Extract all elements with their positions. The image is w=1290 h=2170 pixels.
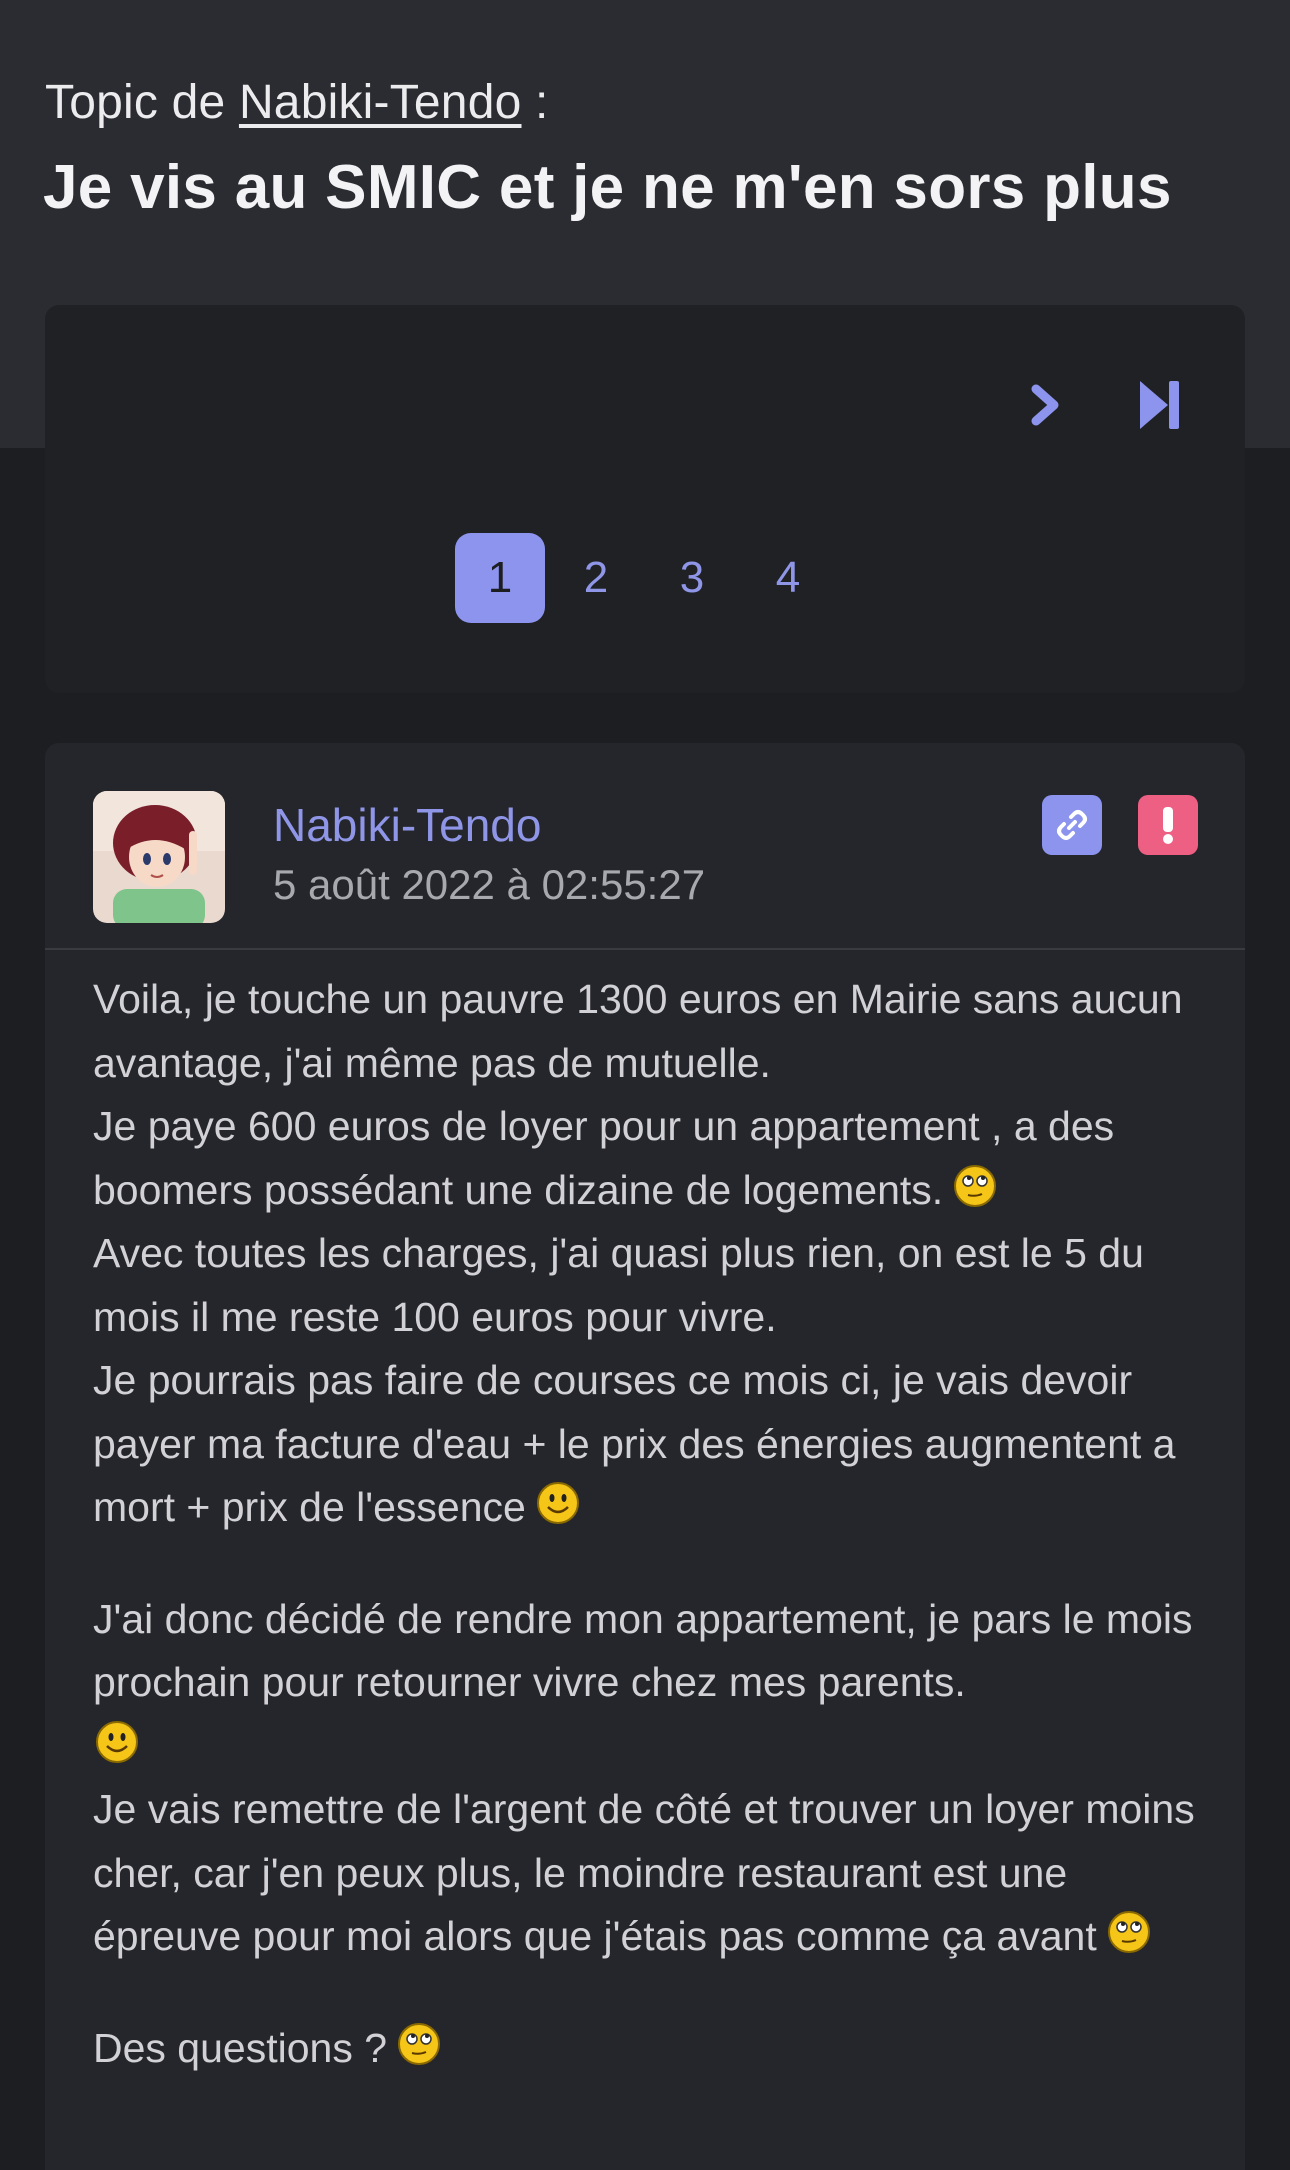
pagination-card: 1 2 3 4 <box>45 305 1245 693</box>
page-title: Je vis au SMIC et je ne m'en sors plus <box>43 153 1172 222</box>
post-date: 5 août 2022 à 02:55:27 <box>273 861 706 908</box>
post-paragraph: Voila, je touche un pauvre 1300 euros en… <box>93 968 1203 1095</box>
post-body: Voila, je touche un pauvre 1300 euros en… <box>93 968 1203 2080</box>
last-page-button[interactable] <box>1125 370 1195 440</box>
post-text: Des questions ? <box>93 2024 388 2071</box>
post-text: Voila, je touche un pauvre 1300 euros en… <box>93 976 1183 1086</box>
topic-suffix: : <box>521 76 549 129</box>
post-paragraph: J'ai donc décidé de rendre mon apparteme… <box>93 1588 1203 1779</box>
topic-prefix: Topic de <box>45 76 226 129</box>
page-number[interactable]: 3 <box>647 533 737 623</box>
post-text: Avec toutes les charges, j'ai quasi plus… <box>93 1230 1144 1340</box>
post-paragraph: Des questions ? <box>93 2017 1203 2081</box>
smile-smiley-icon <box>536 1482 579 1524</box>
exclamation-icon <box>1163 807 1173 844</box>
permalink-button[interactable] <box>1042 795 1102 855</box>
next-page-button[interactable] <box>1010 370 1080 440</box>
post-paragraph: Je pourrais pas faire de courses ce mois… <box>93 1349 1203 1540</box>
page-number[interactable]: 4 <box>743 533 833 623</box>
page-number-current[interactable]: 1 <box>455 533 545 623</box>
page-numbers: 1 2 3 4 <box>455 533 833 623</box>
post-card: Nabiki-Tendo 5 août 2022 à 02:55:27 Voil… <box>45 743 1245 2170</box>
page-number[interactable]: 2 <box>551 533 641 623</box>
post-paragraph: Je vais remettre de l'argent de côté et … <box>93 1778 1203 1969</box>
report-button[interactable] <box>1138 795 1198 855</box>
skip-to-end-icon <box>1140 381 1179 429</box>
page: Topic de Nabiki-Tendo : Je vis au SMIC e… <box>0 0 1290 2170</box>
avatar-image <box>93 791 225 923</box>
rolling-eyes-smiley-icon <box>1107 1911 1150 1953</box>
link-icon <box>1057 810 1087 840</box>
rolling-eyes-smiley-icon <box>398 2022 441 2065</box>
post-paragraph: Avec toutes les charges, j'ai quasi plus… <box>93 1222 1203 1349</box>
post-paragraph: Je paye 600 euros de loyer pour un appar… <box>93 1095 1203 1222</box>
rolling-eyes-smiley-icon <box>954 1164 997 1207</box>
topic-author-link[interactable]: Nabiki-Tendo <box>239 76 522 129</box>
topic-byline: Topic de Nabiki-Tendo : <box>45 75 549 130</box>
post-header: Nabiki-Tendo 5 août 2022 à 02:55:27 <box>45 743 1245 950</box>
post-text: Je pourrais pas faire de courses ce mois… <box>93 1357 1176 1530</box>
smile-smiley-icon <box>96 1720 138 1763</box>
post-text: Je vais remettre de l'argent de côté et … <box>93 1786 1195 1959</box>
post-author-link[interactable]: Nabiki-Tendo <box>273 798 541 852</box>
avatar[interactable] <box>93 791 225 923</box>
post-text: J'ai donc décidé de rendre mon apparteme… <box>93 1595 1193 1706</box>
chevron-right-icon <box>1031 384 1059 426</box>
